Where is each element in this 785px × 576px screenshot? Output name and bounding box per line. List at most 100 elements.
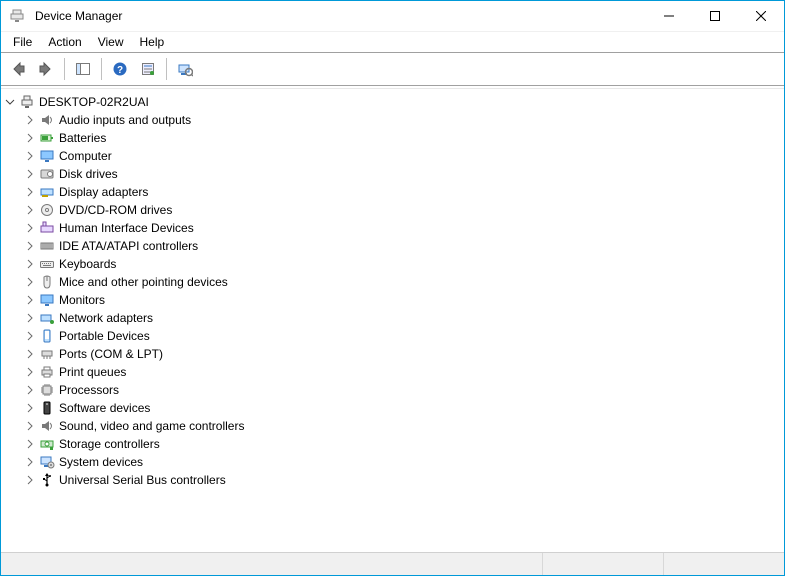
tree-category-label: Disk drives: [59, 167, 118, 181]
menu-help[interactable]: Help: [134, 33, 171, 51]
tree-category-label: Keyboards: [59, 257, 116, 271]
minimize-icon: [664, 11, 674, 21]
chevron-right-icon[interactable]: [23, 473, 37, 487]
minimize-button[interactable]: [646, 1, 692, 31]
chevron-right-icon[interactable]: [23, 383, 37, 397]
tree-category-label: Audio inputs and outputs: [59, 113, 191, 127]
tree-category[interactable]: DVD/CD-ROM drives: [3, 201, 780, 219]
show-hide-tree-button[interactable]: [70, 56, 96, 82]
help-icon: ?: [112, 61, 128, 77]
usb-icon: [39, 472, 55, 488]
tree-category[interactable]: Audio inputs and outputs: [3, 111, 780, 129]
svg-text:?: ?: [117, 65, 123, 76]
tree-category[interactable]: Display adapters: [3, 183, 780, 201]
forward-button[interactable]: [33, 56, 59, 82]
chevron-right-icon[interactable]: [23, 167, 37, 181]
tree-category[interactable]: Network adapters: [3, 309, 780, 327]
chevron-right-icon[interactable]: [23, 401, 37, 415]
optical-drive-icon: [39, 202, 55, 218]
chevron-down-icon[interactable]: [3, 95, 17, 109]
tree-category-label: DVD/CD-ROM drives: [59, 203, 172, 217]
keyboard-icon: [39, 256, 55, 272]
tree-category[interactable]: Universal Serial Bus controllers: [3, 471, 780, 489]
tree-category-label: Processors: [59, 383, 119, 397]
tree-category[interactable]: Ports (COM & LPT): [3, 345, 780, 363]
printer-icon: [39, 364, 55, 380]
tree-root[interactable]: DESKTOP-02R2UAI: [3, 93, 780, 111]
tree-category[interactable]: Processors: [3, 381, 780, 399]
status-cell: [664, 553, 784, 575]
help-button[interactable]: ?: [107, 56, 133, 82]
tree-category-label: Mice and other pointing devices: [59, 275, 228, 289]
tree-category-label: System devices: [59, 455, 143, 469]
mouse-icon: [39, 274, 55, 290]
tree-category[interactable]: Computer: [3, 147, 780, 165]
tree-category-label: Computer: [59, 149, 112, 163]
chevron-right-icon[interactable]: [23, 419, 37, 433]
back-button[interactable]: [5, 56, 31, 82]
device-tree: DESKTOP-02R2UAI Audio inputs and outputs B…: [1, 89, 784, 552]
network-icon: [39, 310, 55, 326]
tree-category-label: Portable Devices: [59, 329, 150, 343]
menu-file[interactable]: File: [7, 33, 38, 51]
chevron-right-icon[interactable]: [23, 437, 37, 451]
disk-icon: [39, 166, 55, 182]
chevron-right-icon[interactable]: [23, 131, 37, 145]
tree-category-label: Human Interface Devices: [59, 221, 194, 235]
titlebar: Device Manager: [1, 1, 784, 32]
close-button[interactable]: [738, 1, 784, 31]
chevron-right-icon[interactable]: [23, 455, 37, 469]
tree-category[interactable]: Storage controllers: [3, 435, 780, 453]
scan-hardware-button[interactable]: [172, 56, 198, 82]
chevron-right-icon[interactable]: [23, 149, 37, 163]
chevron-right-icon[interactable]: [23, 311, 37, 325]
software-icon: [39, 400, 55, 416]
chevron-right-icon[interactable]: [23, 239, 37, 253]
hid-icon: [39, 220, 55, 236]
tree-category-label: Display adapters: [59, 185, 148, 199]
tree-category[interactable]: Disk drives: [3, 165, 780, 183]
status-cell: [543, 553, 664, 575]
tree-category[interactable]: Print queues: [3, 363, 780, 381]
storage-icon: [39, 436, 55, 452]
chevron-right-icon[interactable]: [23, 113, 37, 127]
toolbar-separator: [64, 58, 65, 80]
toolbar-separator: [166, 58, 167, 80]
chevron-right-icon[interactable]: [23, 293, 37, 307]
tree-root-label: DESKTOP-02R2UAI: [39, 95, 149, 109]
chevron-right-icon[interactable]: [23, 221, 37, 235]
arrow-left-icon: [10, 61, 26, 77]
tree-category[interactable]: Sound, video and game controllers: [3, 417, 780, 435]
tree-category-label: Sound, video and game controllers: [59, 419, 244, 433]
tree-category[interactable]: Mice and other pointing devices: [3, 273, 780, 291]
port-icon: [39, 346, 55, 362]
tree-category-label: Monitors: [59, 293, 105, 307]
tree-category[interactable]: Software devices: [3, 399, 780, 417]
chevron-right-icon[interactable]: [23, 347, 37, 361]
chevron-right-icon[interactable]: [23, 203, 37, 217]
display-adapter-icon: [39, 184, 55, 200]
window-title: Device Manager: [35, 9, 122, 23]
menu-view[interactable]: View: [92, 33, 130, 51]
tree-panel-icon: [75, 61, 91, 77]
maximize-button[interactable]: [692, 1, 738, 31]
tree-category[interactable]: System devices: [3, 453, 780, 471]
tree-category[interactable]: Portable Devices: [3, 327, 780, 345]
chevron-right-icon[interactable]: [23, 329, 37, 343]
monitor-icon: [39, 292, 55, 308]
menu-action[interactable]: Action: [42, 33, 87, 51]
properties-button[interactable]: [135, 56, 161, 82]
tree-category[interactable]: Keyboards: [3, 255, 780, 273]
tree-category[interactable]: Human Interface Devices: [3, 219, 780, 237]
chevron-right-icon[interactable]: [23, 185, 37, 199]
tree-category[interactable]: IDE ATA/ATAPI controllers: [3, 237, 780, 255]
chevron-right-icon[interactable]: [23, 275, 37, 289]
audio-icon: [39, 112, 55, 128]
tree-category[interactable]: Monitors: [3, 291, 780, 309]
app-icon: [9, 8, 25, 24]
device-manager-window: Device Manager File Action View Help ? D…: [0, 0, 785, 576]
tree-category[interactable]: Batteries: [3, 129, 780, 147]
chevron-right-icon[interactable]: [23, 257, 37, 271]
window-controls: [646, 1, 784, 31]
chevron-right-icon[interactable]: [23, 365, 37, 379]
